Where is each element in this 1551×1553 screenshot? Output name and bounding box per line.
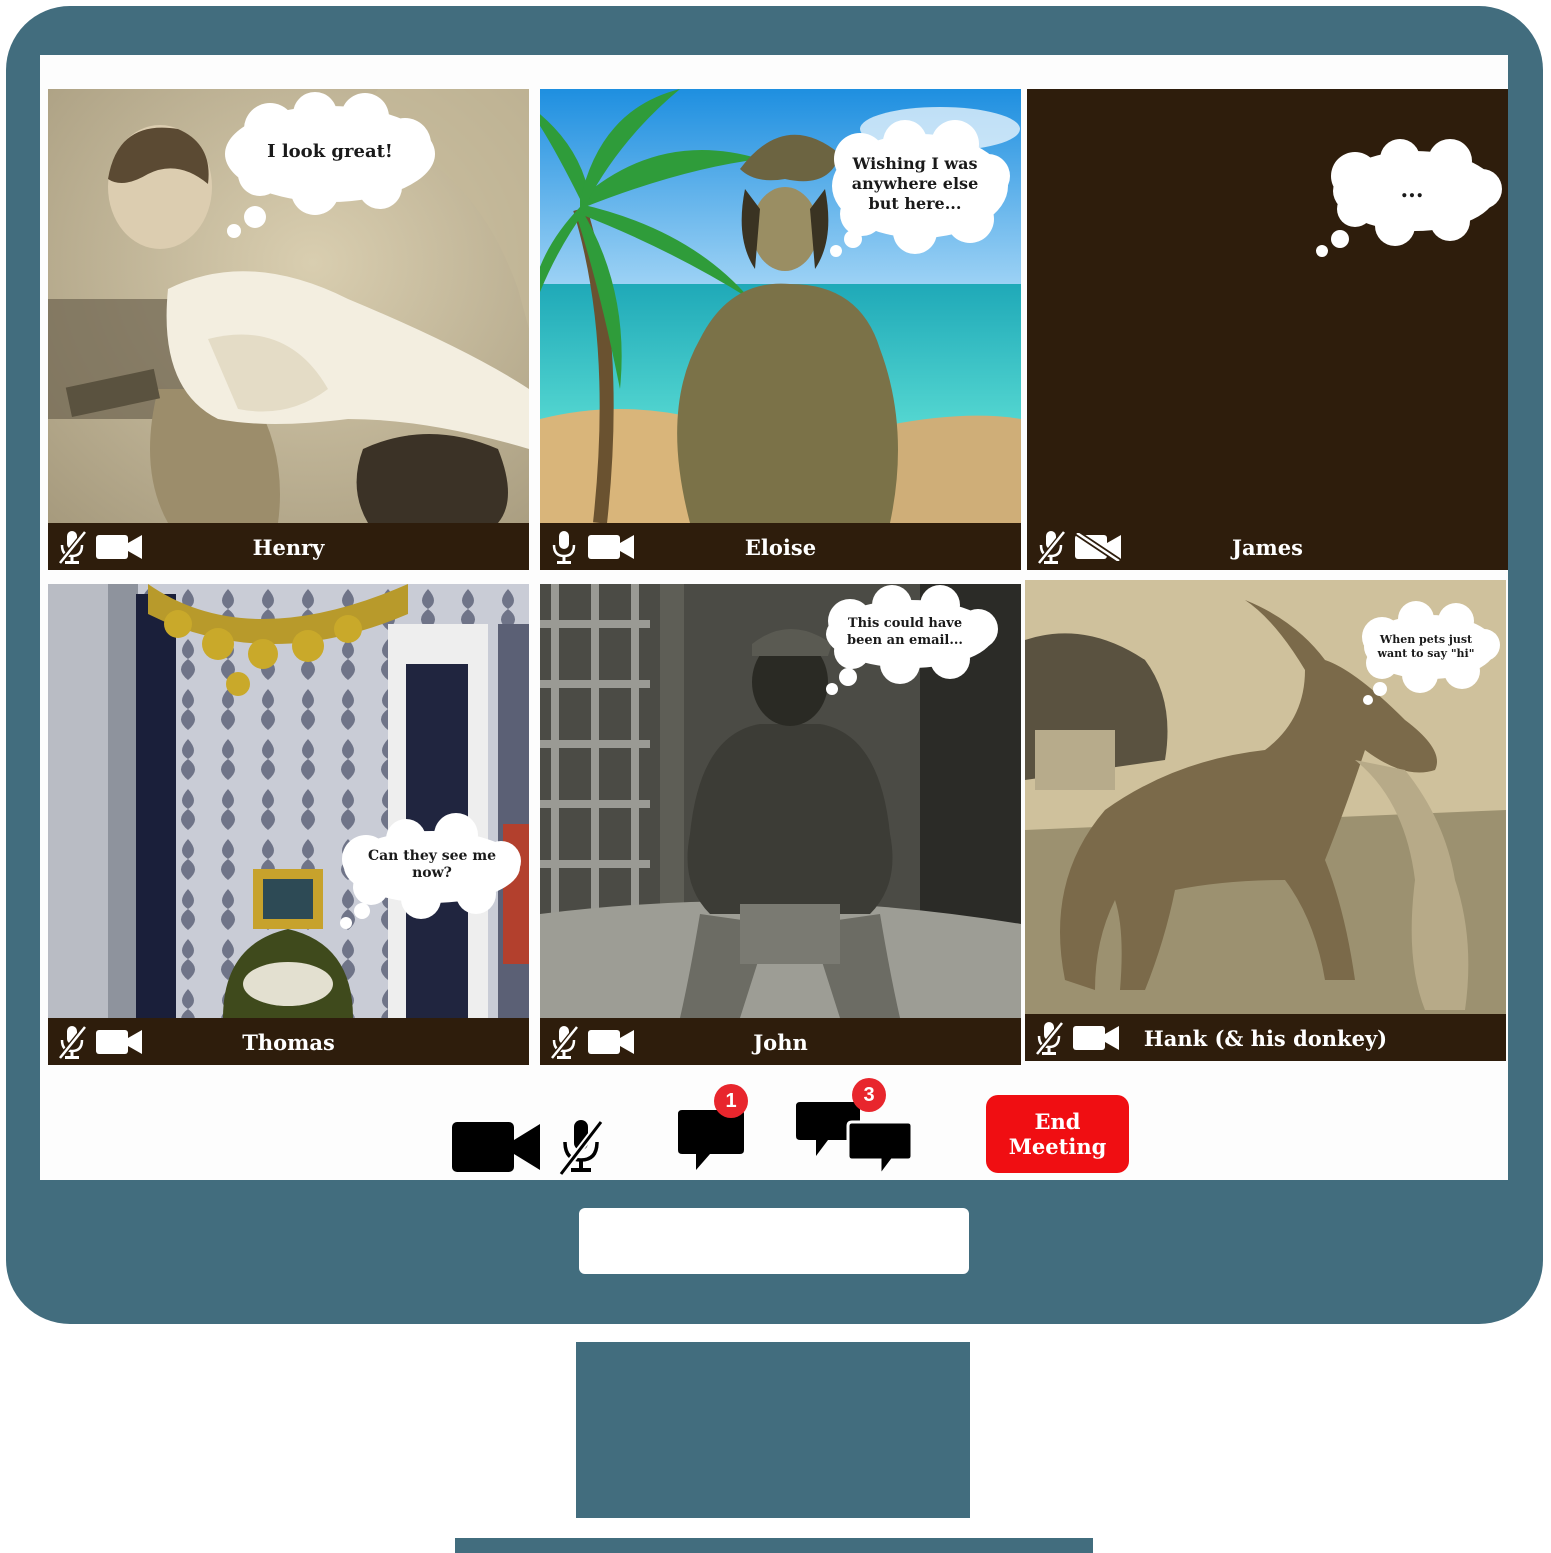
participant-name: Henry	[252, 535, 325, 560]
tile-status-bar: James	[1027, 523, 1508, 570]
participant-name: Eloise	[744, 535, 817, 560]
thought-text: Wishing I was anywhere else but here...	[851, 153, 979, 213]
thought-text: When pets just want to say "hi"	[1377, 633, 1475, 660]
participant-tile-eloise[interactable]: Wishing I was anywhere else but here... …	[540, 89, 1021, 570]
tile-status-bar: Eloise	[540, 523, 1021, 570]
tile-status-bar: Henry	[48, 523, 529, 570]
participant-name: Hank (& his donkey)	[1143, 1026, 1388, 1051]
monitor-chin-slot	[579, 1208, 969, 1274]
tile-status-bar: Hank (& his donkey)	[1025, 1014, 1506, 1061]
thought-text: Can they see me now?	[367, 847, 497, 882]
unread-badge: 3	[852, 1078, 886, 1112]
thought-bubble: ...	[1310, 139, 1502, 261]
participant-tile-john[interactable]: This could have been an email... John	[540, 584, 1021, 1065]
monitor-stand-base	[455, 1538, 1093, 1553]
participant-name: Thomas	[242, 1030, 335, 1055]
tile-status-bar: Thomas	[48, 1018, 529, 1065]
microphone-muted-icon[interactable]	[557, 1118, 605, 1176]
unread-badge: 1	[714, 1084, 748, 1118]
monitor-stand-neck	[576, 1342, 970, 1518]
thought-bubble: This could have been an email...	[810, 585, 1000, 695]
thought-text: I look great!	[267, 141, 393, 163]
tile-status-bar: John	[540, 1018, 1021, 1065]
video-feed-thomas	[48, 584, 529, 1018]
participant-name: James	[1232, 535, 1303, 560]
participant-tile-james[interactable]: ... James	[1027, 89, 1508, 570]
thought-bubble: When pets just want to say "hi"	[1350, 601, 1500, 705]
participant-tile-hank[interactable]: When pets just want to say "hi" Hank (& …	[1025, 580, 1506, 1061]
participant-name: John	[753, 1030, 808, 1055]
thought-bubble: Wishing I was anywhere else but here...	[820, 120, 1010, 259]
thought-text: This could have been an email...	[847, 616, 963, 648]
participant-tile-henry[interactable]: I look great! Henry	[48, 89, 529, 570]
participant-tile-thomas[interactable]: Can they see me now? Thomas	[48, 584, 529, 1065]
thought-text: ...	[1400, 177, 1424, 204]
video-camera-icon[interactable]	[452, 1118, 540, 1176]
group-chat-button[interactable]: 3	[796, 1078, 916, 1178]
chat-button[interactable]: 1	[676, 1082, 756, 1178]
thought-bubble: Can they see me now?	[326, 813, 526, 929]
thought-bubble: I look great!	[220, 92, 440, 238]
end-meeting-button[interactable]: End Meeting	[986, 1095, 1129, 1173]
group-chat-icon	[796, 1102, 914, 1176]
